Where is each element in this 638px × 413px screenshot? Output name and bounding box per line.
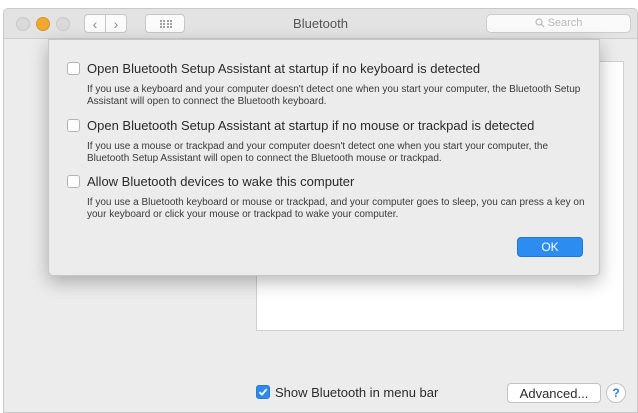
show-in-menu-bar-checkbox[interactable] xyxy=(256,385,270,399)
advanced-settings-sheet: Open Bluetooth Setup Assistant at startu… xyxy=(48,39,600,276)
checkmark-icon xyxy=(258,388,268,396)
search-placeholder: Search xyxy=(547,17,583,29)
keyboard-assistant-checkbox[interactable] xyxy=(67,62,80,75)
search-field[interactable]: Search xyxy=(486,14,631,33)
search-icon xyxy=(534,18,544,28)
wake-computer-description: If you use a Bluetooth keyboard or mouse… xyxy=(87,197,585,220)
wake-computer-label[interactable]: Allow Bluetooth devices to wake this com… xyxy=(87,174,354,189)
mouse-assistant-description: If you use a mouse or trackpad and your … xyxy=(87,141,549,164)
keyboard-assistant-description: If you use a keyboard and your computer … xyxy=(87,84,581,107)
wake-computer-checkbox[interactable] xyxy=(67,175,80,188)
advanced-button[interactable]: Advanced... xyxy=(507,383,601,403)
title-bar: ‹ › Bluetooth Search xyxy=(4,9,637,39)
help-button[interactable]: ? xyxy=(606,383,626,403)
mouse-assistant-label[interactable]: Open Bluetooth Setup Assistant at startu… xyxy=(87,118,534,133)
show-in-menu-bar-label: Show Bluetooth in menu bar xyxy=(275,385,439,400)
mouse-assistant-checkbox[interactable] xyxy=(67,119,80,132)
ok-button[interactable]: OK xyxy=(517,237,583,257)
keyboard-assistant-label[interactable]: Open Bluetooth Setup Assistant at startu… xyxy=(87,61,480,76)
